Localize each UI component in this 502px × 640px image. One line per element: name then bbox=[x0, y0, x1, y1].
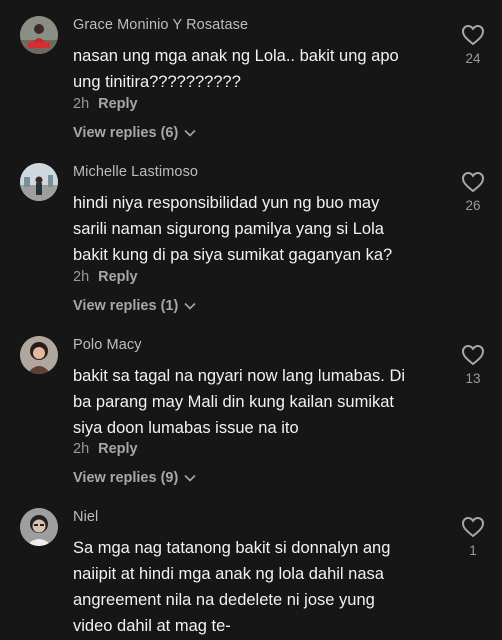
like-button[interactable]: 13 bbox=[456, 344, 490, 386]
chevron-down-icon bbox=[184, 302, 196, 310]
comment-time: 2h bbox=[73, 96, 90, 112]
comment-item: Michelle Lastimoso hindi niya responsibi… bbox=[0, 163, 502, 323]
view-replies-button[interactable]: View replies (1) bbox=[73, 298, 196, 314]
like-count: 26 bbox=[465, 198, 481, 213]
comment-username[interactable]: Michelle Lastimoso bbox=[73, 164, 198, 180]
reply-button[interactable]: Reply bbox=[98, 269, 138, 285]
comment-username[interactable]: Grace Moninio Y Rosatase bbox=[73, 17, 248, 33]
comment-time: 2h bbox=[73, 441, 90, 457]
like-count: 24 bbox=[465, 51, 481, 66]
heart-icon bbox=[461, 344, 485, 366]
comment-meta: 2h Reply bbox=[73, 269, 138, 285]
reply-button[interactable]: Reply bbox=[98, 96, 138, 112]
view-replies-label: View replies (1) bbox=[73, 298, 179, 314]
heart-icon bbox=[461, 171, 485, 193]
comment-text: bakit sa tagal na ngyari now lang lumaba… bbox=[73, 367, 406, 437]
comment-text: Sa mga nag tatanong bakit si donnalyn an… bbox=[73, 539, 391, 635]
view-replies-label: View replies (9) bbox=[73, 470, 179, 486]
comment-item: Polo Macy bakit sa tagal na ngyari now l… bbox=[0, 336, 502, 496]
comment-username[interactable]: Niel bbox=[73, 509, 98, 525]
like-button[interactable]: 24 bbox=[456, 24, 490, 66]
comment-username[interactable]: Polo Macy bbox=[73, 337, 142, 353]
heart-icon bbox=[461, 516, 485, 538]
chevron-down-icon bbox=[184, 474, 196, 482]
view-replies-button[interactable]: View replies (9) bbox=[73, 470, 196, 486]
comment-item: Niel Sa mga nag tatanong bakit si donnal… bbox=[0, 508, 502, 640]
like-count: 13 bbox=[465, 371, 481, 386]
comment-text: nasan ung mga anak ng Lola.. bakit ung a… bbox=[73, 47, 399, 91]
comment-meta: 2h Reply bbox=[73, 96, 138, 112]
reply-button[interactable]: Reply bbox=[98, 441, 138, 457]
view-replies-label: View replies (6) bbox=[73, 125, 179, 141]
like-button[interactable]: 1 bbox=[456, 516, 490, 558]
avatar[interactable] bbox=[20, 336, 58, 374]
heart-icon bbox=[461, 24, 485, 46]
comment-text: hindi niya responsibilidad yun ng buo ma… bbox=[73, 194, 393, 264]
avatar[interactable] bbox=[20, 16, 58, 54]
avatar[interactable] bbox=[20, 508, 58, 546]
avatar[interactable] bbox=[20, 163, 58, 201]
like-count: 1 bbox=[469, 543, 477, 558]
comment-item: Grace Moninio Y Rosatase nasan ung mga a… bbox=[0, 16, 502, 156]
chevron-down-icon bbox=[184, 129, 196, 137]
view-replies-button[interactable]: View replies (6) bbox=[73, 125, 196, 141]
like-button[interactable]: 26 bbox=[456, 171, 490, 213]
comment-meta: 2h Reply bbox=[73, 441, 138, 457]
comment-time: 2h bbox=[73, 269, 90, 285]
